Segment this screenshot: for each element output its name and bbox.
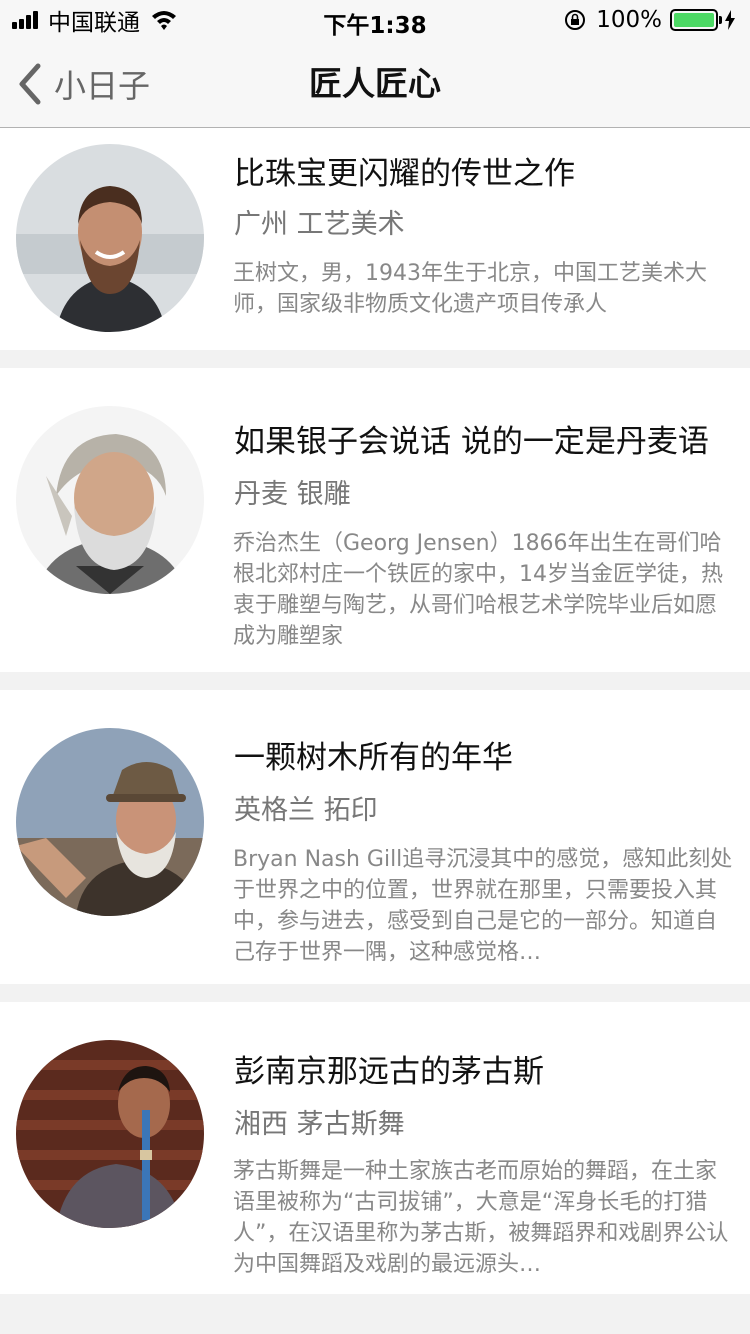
avatar — [16, 144, 204, 332]
avatar — [16, 406, 204, 594]
item-title: 一颗树木所有的年华 — [234, 740, 513, 776]
item-title: 如果银子会说话 说的一定是丹麦语 — [234, 424, 709, 460]
back-button[interactable]: 小日子 — [16, 40, 150, 128]
charging-bolt-icon — [725, 10, 735, 30]
item-description: 乔治杰生（Georg Jensen）1866年出生在哥们哈根北郊村庄一个铁匠的家… — [233, 531, 723, 649]
item-location: 丹麦 银雕 — [234, 479, 351, 510]
chevron-left-icon — [19, 63, 41, 105]
list-item[interactable]: 彭南京那远古的茅古斯 湘西 茅古斯舞 茅古斯舞是一种土家族古老而原始的舞蹈，在土… — [0, 1002, 750, 1294]
item-location: 广州 工艺美术 — [234, 209, 405, 240]
battery-icon — [670, 9, 722, 31]
status-bar: 中国联通 下午1:38 100% — [0, 0, 750, 40]
item-description: 茅古斯舞是一种土家族古老而原始的舞蹈，在土家语里被称为“古司拔铺”，大意是“浑身… — [233, 1159, 729, 1277]
divider — [0, 350, 750, 368]
avatar — [16, 728, 204, 916]
artisan-list: 比珠宝更闪耀的传世之作 广州 工艺美术 王树文，男，1943年生于北京，中国工艺… — [0, 128, 750, 1312]
item-title: 彭南京那远古的茅古斯 — [234, 1054, 544, 1090]
rotation-lock-icon — [565, 10, 586, 30]
divider — [0, 984, 750, 1002]
item-title: 比珠宝更闪耀的传世之作 — [234, 156, 575, 192]
list-item[interactable]: 一颗树木所有的年华 英格兰 拓印 Bryan Nash Gill追寻沉浸其中的感… — [0, 690, 750, 984]
item-description: Bryan Nash Gill追寻沉浸其中的感觉，感知此刻处于世界之中的位置，世… — [233, 847, 733, 965]
back-button-label: 小日子 — [54, 67, 151, 105]
battery-fill — [674, 13, 714, 27]
item-location: 英格兰 拓印 — [234, 795, 378, 826]
battery-percentage: 100% — [596, 7, 662, 33]
divider — [0, 672, 750, 690]
item-description: 王树文，男，1943年生于北京，中国工艺美术大师，国家级非物质文化遗产项目传承人 — [233, 261, 707, 317]
avatar — [16, 1040, 204, 1228]
list-item[interactable]: 如果银子会说话 说的一定是丹麦语 丹麦 银雕 乔治杰生（Georg Jensen… — [0, 368, 750, 672]
list-item[interactable]: 比珠宝更闪耀的传世之作 广州 工艺美术 王树文，男，1943年生于北京，中国工艺… — [0, 128, 750, 350]
divider — [0, 1294, 750, 1312]
item-location: 湘西 茅古斯舞 — [234, 1109, 405, 1140]
navigation-bar: 小日子 匠人匠心 — [0, 40, 750, 128]
